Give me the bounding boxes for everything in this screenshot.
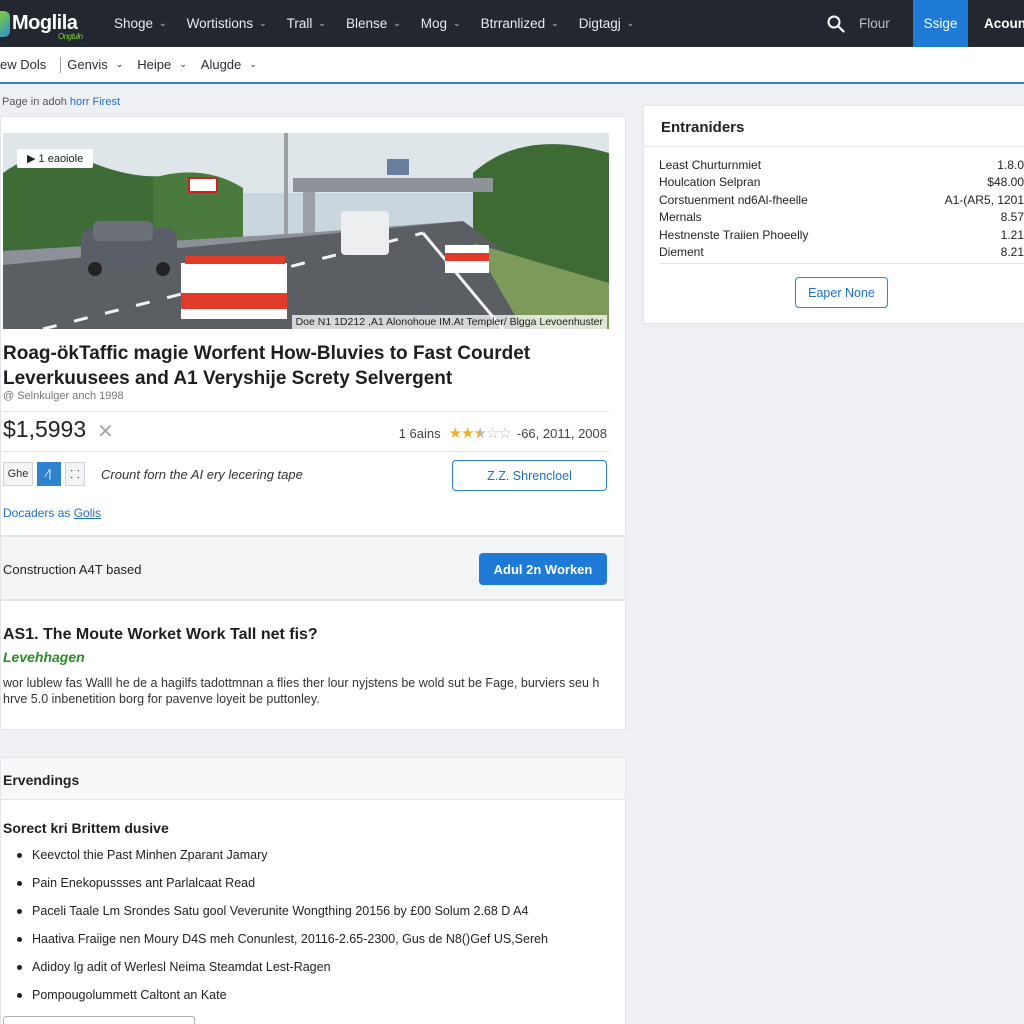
logo-text: Moglila Ongtuln xyxy=(12,12,83,41)
breadcrumb-link[interactable]: horr Firest xyxy=(70,96,120,108)
bullet-icon xyxy=(17,993,22,998)
bullet-icon xyxy=(17,909,22,914)
sidebar-row: Mernals 8.57 xyxy=(659,210,1024,225)
play-icon: ▶ xyxy=(27,153,36,165)
nav-item-btrranlized[interactable]: Btrranlized ⌄ xyxy=(481,16,559,31)
subnav-item-dols[interactable]: ew Dols xyxy=(0,57,46,72)
secondary-nav: ew Dols Genvis ⌄ Heipe ⌄ Alugde ⌄ xyxy=(0,47,1024,84)
video-badge[interactable]: ▶ 1 eaoiole xyxy=(17,149,94,168)
divider xyxy=(3,411,609,412)
subnav-item-heipe[interactable]: Heipe ⌄ xyxy=(137,57,187,72)
bullet-icon xyxy=(17,937,22,942)
events-header: Ervendings xyxy=(1,758,625,800)
nav-item-digtagj[interactable]: Digtagj ⌄ xyxy=(579,16,635,31)
highway-photo xyxy=(3,133,609,329)
chevron-down-icon: ⌄ xyxy=(551,18,559,28)
list-item: Pompougolummett Caltont an Kate xyxy=(17,988,548,1016)
subnav-divider xyxy=(60,56,62,73)
search-icon[interactable] xyxy=(813,0,859,47)
breadcrumb-prefix: Page in adoh xyxy=(2,96,70,108)
chevron-down-icon: ⌄ xyxy=(393,18,401,28)
events-card: Ervendings Sorect kri Brittem dusive Kee… xyxy=(0,757,626,1024)
logo[interactable]: Moglila Ongtuln xyxy=(0,0,104,47)
star-rating-icon[interactable]: ★★★★☆☆ xyxy=(449,424,512,442)
list-item: Pain Enekopussses ant Parlalcaat Read xyxy=(17,876,548,904)
chevron-down-icon: ⌄ xyxy=(179,59,187,69)
divider xyxy=(3,451,609,452)
rating-date: -66, 2011, 2008 xyxy=(516,425,607,441)
sidebar-row: Hestnenste Traiien Phoeelly 1.21 xyxy=(659,227,1024,242)
listing-title: Roag-ökTaffic magie Worfent How-Bluvies … xyxy=(3,343,531,389)
chevron-down-icon: ⌄ xyxy=(318,18,326,28)
listing-byline: @ Selnkulger anch 1998 xyxy=(3,390,124,402)
nav-right: Flour Ssige Acount xyxy=(813,0,1024,47)
nav-item-mog[interactable]: Mog ⌄ xyxy=(421,16,461,31)
nav-item-trall[interactable]: Trall ⌄ xyxy=(287,16,326,31)
sidebar-row: Houlcation Selpran $48.00 xyxy=(659,175,1024,190)
tool-button-more[interactable]: ⸬ xyxy=(65,462,85,486)
sidebar-card: Entraniders Least Churturnmiet 1.8.0 Houl… xyxy=(643,105,1024,324)
list-item: Paceli Taale Lm Srondes Satu gool Veveru… xyxy=(17,904,548,932)
qa-subtitle: Levehhagen xyxy=(3,649,85,665)
nav-item-shoge[interactable]: Shoge ⌄ xyxy=(114,16,167,31)
tool-button-ghe[interactable]: Ghe xyxy=(3,462,33,486)
chevron-down-icon: ⌄ xyxy=(249,59,257,69)
sidebar-button[interactable]: Eaper None xyxy=(795,277,888,308)
subnav-item-genvis[interactable]: Genvis ⌄ xyxy=(67,57,123,72)
bullet-icon xyxy=(17,965,22,970)
nav-flour-link[interactable]: Flour xyxy=(859,16,913,31)
tool-row: Ghe ⁄| ⸬ Crount forn the AI ery lecering… xyxy=(3,462,303,486)
qa-card: AS1. The Moute Worket Work Tall net fis?… xyxy=(0,600,626,730)
chevron-down-icon: ⌄ xyxy=(259,18,267,28)
add-worker-button[interactable]: Adul 2n Worken xyxy=(479,553,607,585)
qa-body: wor lublew fas Walll he de a hagilfs tad… xyxy=(3,676,600,706)
bullet-icon xyxy=(17,881,22,886)
sidebar-row: Least Churturnmiet 1.8.0 xyxy=(659,158,1024,172)
partial-tab-button[interactable] xyxy=(3,1016,195,1024)
documents-link[interactable]: Docaders as Golis xyxy=(3,506,101,520)
qa-title: AS1. The Moute Worket Work Tall net fis? xyxy=(3,626,318,643)
band-label: Construction A4T based xyxy=(3,562,142,577)
rating-count: 1 6ains xyxy=(398,425,441,441)
rating-row: 1 6ains ★★★★☆☆ -66, 2011, 2008 xyxy=(399,424,607,442)
sidebar-row: Diement 8.21 xyxy=(659,244,1024,259)
main-nav: Shoge ⌄ Wortistions ⌄ Trall ⌄ Blense ⌄ Mog ⌄ … xyxy=(114,0,654,47)
sidebar-row: Corstuenment nd6Al-fheelle A1-(AR5, 1201 xyxy=(659,192,1024,207)
action-band: Construction A4T based Adul 2n Worken xyxy=(0,536,626,600)
top-navigation-bar: Moglila Ongtuln Shoge ⌄ Wortistions ⌄ Tral… xyxy=(0,0,1024,47)
tool-note: Crount forn the AI ery lecering tape xyxy=(101,466,303,482)
secondary-action-button[interactable]: Z.Z. Shrencloel xyxy=(452,460,607,491)
chevron-down-icon: ⌄ xyxy=(115,59,124,69)
chevron-down-icon: ⌄ xyxy=(453,18,461,28)
divider xyxy=(659,263,1024,264)
sidebar-rows: Least Churturnmiet 1.8.0 Houlcation Selpr… xyxy=(659,158,1024,262)
events-list: Keevctol thie Past Minhen Zparant Jamary… xyxy=(17,848,548,1016)
tool-button-selected[interactable]: ⁄| xyxy=(37,462,61,486)
list-item: Haativa Fraiige nen Moury D4S meh Conunl… xyxy=(17,932,548,960)
subnav-item-alugde[interactable]: Alugde ⌄ xyxy=(201,57,257,72)
logo-subtext: Ongtuln xyxy=(58,32,83,41)
nav-item-wortistions[interactable]: Wortistions ⌄ xyxy=(187,16,267,31)
logo-mark-icon xyxy=(0,10,10,37)
image-caption: Doe N1 1D212 ,A1 Alonohoue IM.At Templer… xyxy=(291,315,607,329)
bullet-icon xyxy=(17,853,22,858)
nav-item-blense[interactable]: Blense ⌄ xyxy=(346,16,401,31)
list-item: Adidoy lg adit of Werlesl Neima Steamdat… xyxy=(17,960,548,988)
breadcrumb: Page in adoh horr Firest xyxy=(2,96,120,108)
list-item: Keevctol thie Past Minhen Zparant Jamary xyxy=(17,848,548,876)
hero-image[interactable]: ▶ 1 eaoiole Doe N1 1D212 ,A1 Alonohoue I… xyxy=(3,133,609,329)
chevron-down-icon: ⌄ xyxy=(626,18,635,28)
signup-button[interactable]: Ssige xyxy=(913,0,968,47)
divider xyxy=(644,146,1024,147)
listing-card: ▶ 1 eaoiole Doe N1 1D212 ,A1 Alonohoue I… xyxy=(0,116,626,536)
account-link[interactable]: Acount xyxy=(968,16,1024,31)
chevron-down-icon: ⌄ xyxy=(159,18,167,28)
sidebar-title: Entraniders xyxy=(661,119,745,136)
events-subtitle: Sorect kri Brittem dusive xyxy=(3,820,169,836)
price: $1,5993 xyxy=(3,416,87,442)
close-icon[interactable]: ✕ xyxy=(97,419,114,444)
